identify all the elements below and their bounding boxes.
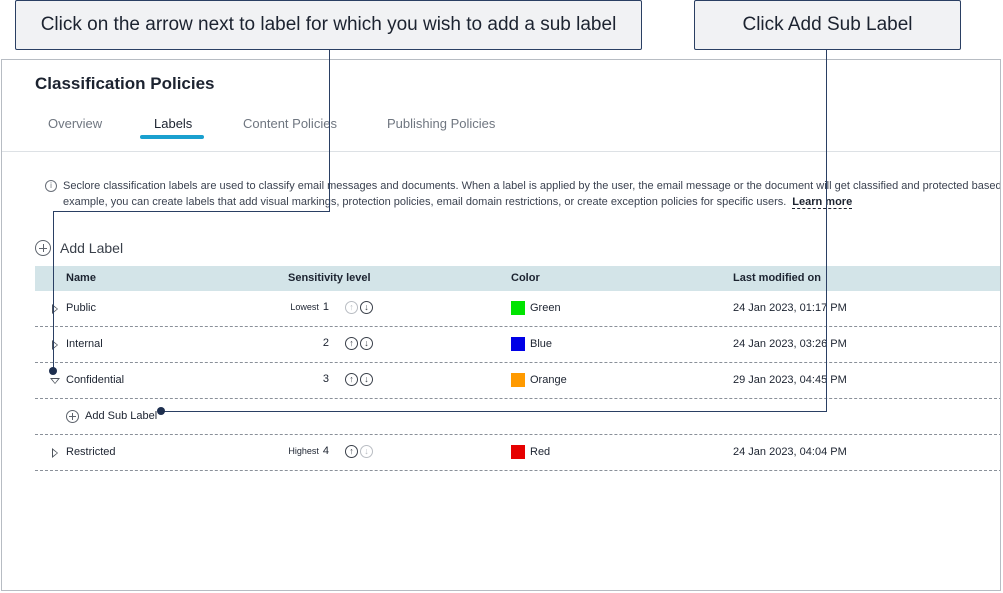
last-modified: 24 Jan 2023, 01:17 PM xyxy=(733,302,847,314)
table-header: Name Sensitivity level Color Last modifi… xyxy=(35,266,1000,291)
reorder-controls: ↑ ↓ xyxy=(345,373,373,386)
column-header-color: Color xyxy=(511,272,540,284)
page-title: Classification Policies xyxy=(35,74,215,93)
label-name: Public xyxy=(66,302,96,314)
sensitivity-tag: Highest xyxy=(288,446,319,456)
add-sub-label-button[interactable]: Add Sub Label xyxy=(85,410,157,422)
color-name: Green xyxy=(530,302,561,314)
last-modified: 24 Jan 2023, 04:04 PM xyxy=(733,446,847,458)
move-up-icon: ↑ xyxy=(345,301,358,314)
sensitivity-level: Highest 4 xyxy=(265,445,329,457)
callout-leader-line xyxy=(826,50,827,412)
collapse-arrow-icon[interactable] xyxy=(50,378,60,384)
callout-pointer-dot xyxy=(157,407,165,415)
move-down-icon: ↓ xyxy=(360,445,373,458)
callout-text: Click on the arrow next to label for whi… xyxy=(40,14,617,35)
learn-more-link[interactable]: Learn more xyxy=(792,196,853,209)
callout-leader-line xyxy=(162,411,827,412)
tab-bar: Overview Labels Content Policies Publish… xyxy=(2,112,1000,152)
label-name: Internal xyxy=(66,338,103,350)
expand-arrow-icon[interactable] xyxy=(52,448,58,458)
tab-publishing-policies[interactable]: Publishing Policies xyxy=(387,116,495,131)
info-line-2: example, you can create labels that add … xyxy=(63,194,853,210)
last-modified: 24 Jan 2023, 03:26 PM xyxy=(733,338,847,350)
color-name: Blue xyxy=(530,338,553,350)
sensitivity-number: 4 xyxy=(322,445,329,457)
move-down-icon[interactable]: ↓ xyxy=(360,337,373,350)
move-down-icon[interactable]: ↓ xyxy=(360,301,373,314)
plus-circle-icon[interactable] xyxy=(66,410,79,423)
instruction-callout-arrow: Click on the arrow next to label for whi… xyxy=(15,0,642,50)
table-row: Restricted Highest 4 ↑ ↓ Red 24 Jan 2023,… xyxy=(35,435,1000,471)
color-swatch xyxy=(511,373,525,387)
reorder-controls: ↑ ↓ xyxy=(345,301,373,314)
move-up-icon[interactable]: ↑ xyxy=(345,445,358,458)
instruction-callout-add-sub-label: Click Add Sub Label xyxy=(694,0,961,50)
table-row: Confidential 3 ↑ ↓ Orange 29 Jan 2023, 0… xyxy=(35,363,1000,399)
label-name: Confidential xyxy=(66,374,125,386)
label-name: Restricted xyxy=(66,446,116,458)
callout-leader-line xyxy=(53,211,54,371)
callout-leader-line xyxy=(53,211,330,212)
sensitivity-level: Lowest 1 xyxy=(265,301,329,313)
color-swatch xyxy=(511,337,525,351)
table-row: Internal 2 ↑ ↓ Blue 24 Jan 2023, 03:26 P… xyxy=(35,327,1000,363)
tab-content-policies[interactable]: Content Policies xyxy=(243,116,337,131)
table-row: Public Lowest 1 ↑ ↓ Green 24 Jan 2023, 01… xyxy=(35,291,1000,327)
plus-circle-icon xyxy=(35,240,51,256)
info-line-1: Seclore classification labels are used t… xyxy=(63,180,1001,192)
column-header-sensitivity: Sensitivity level xyxy=(288,272,371,284)
callout-pointer-dot xyxy=(49,367,57,375)
add-sub-label-row: Add Sub Label xyxy=(35,399,1000,435)
sensitivity-number: 1 xyxy=(322,301,329,313)
column-header-name: Name xyxy=(66,272,96,284)
add-label-text: Add Label xyxy=(60,240,124,256)
color-swatch xyxy=(511,445,525,459)
sensitivity-level: 2 xyxy=(265,337,329,349)
tab-labels[interactable]: Labels xyxy=(154,116,192,131)
reorder-controls: ↑ ↓ xyxy=(345,445,373,458)
sensitivity-level: 3 xyxy=(265,373,329,385)
callout-text: Click Add Sub Label xyxy=(742,14,913,35)
color-swatch xyxy=(511,301,525,315)
move-up-icon[interactable]: ↑ xyxy=(345,337,358,350)
last-modified: 29 Jan 2023, 04:45 PM xyxy=(733,374,847,386)
callout-leader-line xyxy=(329,50,330,212)
sensitivity-number: 2 xyxy=(322,337,329,349)
color-name: Orange xyxy=(530,374,567,386)
reorder-controls: ↑ ↓ xyxy=(345,337,373,350)
add-label-button[interactable]: Add Label xyxy=(35,238,123,258)
sensitivity-number: 3 xyxy=(322,373,329,385)
sensitivity-tag: Lowest xyxy=(290,302,319,312)
move-down-icon[interactable]: ↓ xyxy=(360,373,373,386)
active-tab-indicator xyxy=(140,135,204,139)
move-up-icon[interactable]: ↑ xyxy=(345,373,358,386)
info-icon: i xyxy=(45,180,57,192)
color-name: Red xyxy=(530,446,551,458)
classification-policies-panel: Classification Policies Overview Labels … xyxy=(1,59,1001,591)
tab-overview[interactable]: Overview xyxy=(48,116,102,131)
column-header-modified: Last modified on xyxy=(733,272,821,284)
labels-table: Name Sensitivity level Color Last modifi… xyxy=(35,266,1000,471)
info-line-2-text: example, you can create labels that add … xyxy=(63,196,787,208)
